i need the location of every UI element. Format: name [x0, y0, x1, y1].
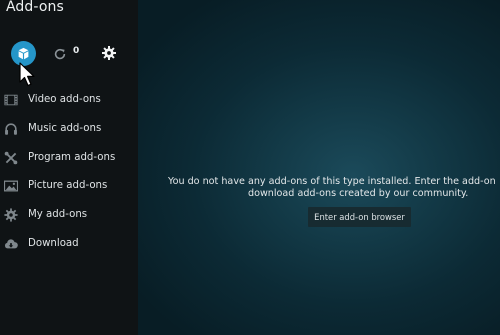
- cloud-download-icon: [4, 239, 18, 249]
- menu-item-label: Program add-ons: [28, 151, 116, 163]
- refresh-icon: [54, 48, 66, 60]
- sidebar: Add-ons 0 Video add-ons Music add-ons Pr…: [0, 0, 138, 335]
- update-count: 0: [73, 46, 80, 56]
- menu-item-label: Picture add-ons: [28, 180, 108, 192]
- main-content: You do not have any add-ons of this type…: [138, 0, 500, 335]
- check-updates-button[interactable]: [53, 46, 67, 60]
- gear-icon: [102, 46, 116, 60]
- enter-addon-browser-button[interactable]: Enter add-on browser: [308, 207, 411, 227]
- menu-item-program-addons[interactable]: Program add-ons: [0, 144, 138, 173]
- menu-item-music-addons[interactable]: Music add-ons: [0, 115, 138, 144]
- film-icon: [4, 94, 18, 106]
- menu-item-my-addons[interactable]: My add-ons: [0, 201, 138, 230]
- headphones-icon: [5, 123, 17, 135]
- menu-item-download[interactable]: Download: [0, 230, 138, 259]
- mouse-cursor-icon: [19, 62, 35, 87]
- gear-icon: [4, 208, 18, 222]
- tools-icon: [4, 151, 18, 164]
- page-title: Add-ons: [6, 0, 64, 15]
- addon-box-icon: [18, 47, 29, 60]
- menu-item-label: My add-ons: [28, 209, 88, 221]
- menu-item-label: Music add-ons: [28, 122, 102, 134]
- picture-icon: [4, 180, 18, 192]
- addon-category-menu: Video add-ons Music add-ons Program add-…: [0, 86, 138, 259]
- empty-message-line2: download add-ons created by our communit…: [248, 188, 469, 199]
- empty-message-line1: You do not have any add-ons of this type…: [168, 176, 496, 187]
- menu-item-video-addons[interactable]: Video add-ons: [0, 86, 138, 115]
- addons-screen: Add-ons 0 Video add-ons Music add-ons Pr…: [0, 0, 500, 335]
- menu-item-picture-addons[interactable]: Picture add-ons: [0, 172, 138, 201]
- menu-item-label: Video add-ons: [28, 94, 101, 105]
- menu-item-label: Download: [28, 237, 79, 249]
- settings-button[interactable]: [101, 45, 117, 61]
